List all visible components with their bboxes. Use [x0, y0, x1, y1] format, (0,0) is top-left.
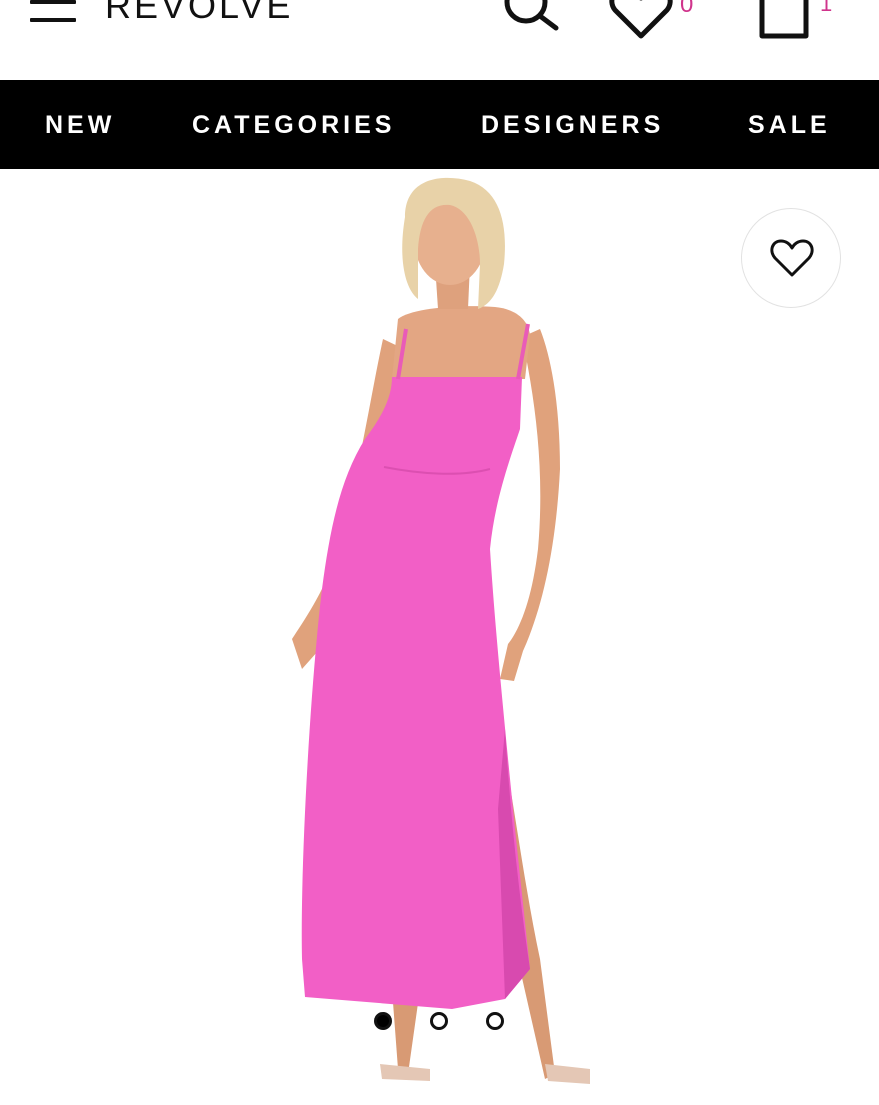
nav-categories[interactable]: CATEGORIES: [192, 110, 395, 140]
wishlist-count: 0: [680, 0, 694, 18]
heart-outline-icon: [770, 239, 814, 277]
image-carousel-indicators: [0, 1012, 879, 1032]
nav-sale[interactable]: SALE: [748, 110, 831, 140]
nav-designers[interactable]: DESIGNERS: [481, 110, 664, 140]
product-image-area[interactable]: [0, 169, 879, 1100]
shopping-bag-icon[interactable]: [752, 0, 816, 40]
menu-icon[interactable]: [30, 0, 78, 24]
carousel-dot-1[interactable]: [374, 1012, 392, 1030]
favorite-button[interactable]: [741, 208, 841, 308]
brand-logo[interactable]: REVOLVE: [105, 0, 293, 26]
search-icon[interactable]: [500, 0, 562, 38]
carousel-dot-3[interactable]: [486, 1012, 504, 1030]
product-image: [292, 177, 590, 1084]
bag-count: 1: [820, 0, 833, 16]
top-header: REVOLVE 0 1: [0, 0, 879, 80]
heart-icon[interactable]: [607, 0, 675, 40]
carousel-dot-2[interactable]: [430, 1012, 448, 1030]
nav-new[interactable]: NEW: [45, 110, 115, 140]
